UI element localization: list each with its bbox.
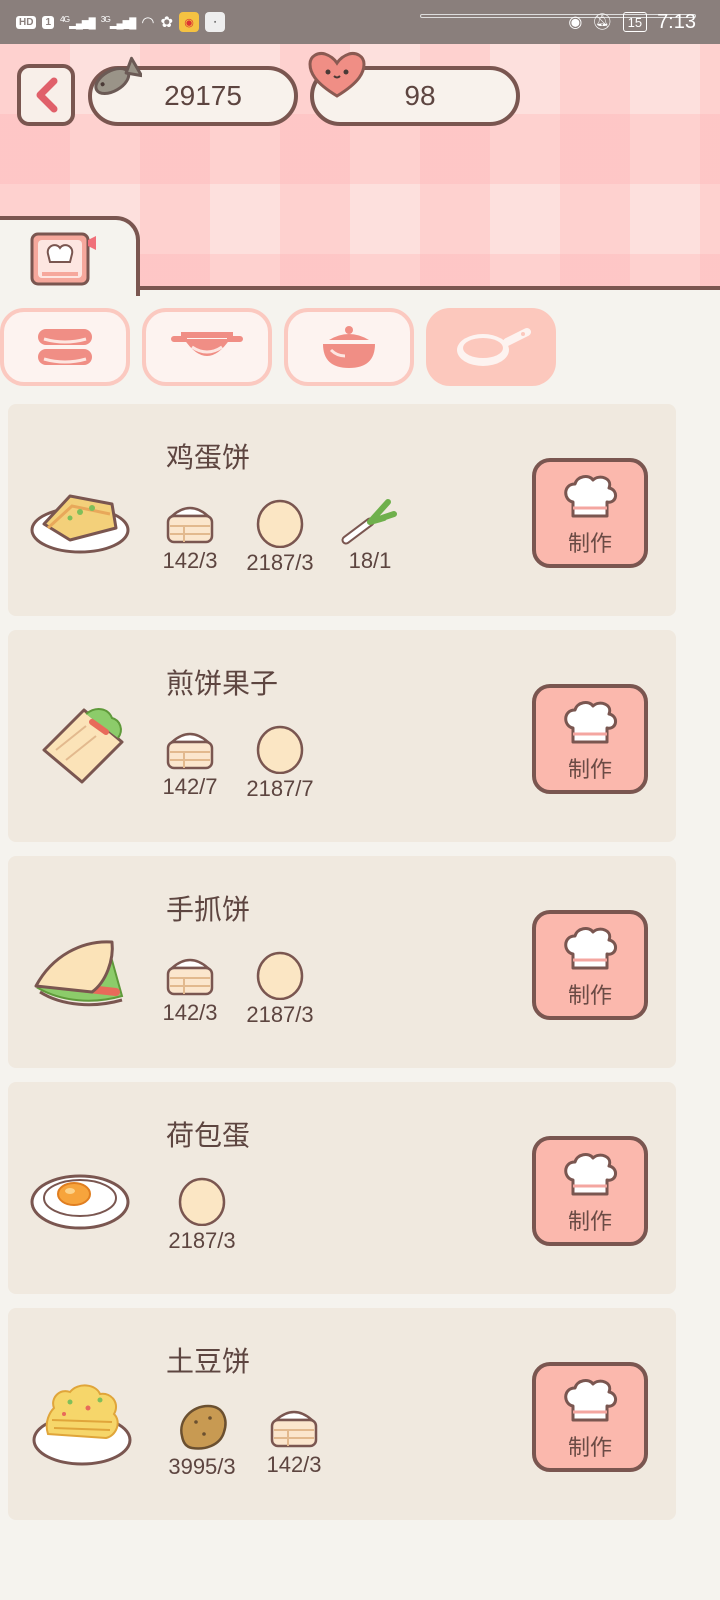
make-button-label: 制作 (567, 1210, 612, 1235)
category-wok[interactable] (142, 308, 272, 386)
fish-icon (94, 56, 142, 95)
ingredient-item: 142/3 (254, 1400, 334, 1478)
category-frying-pan[interactable] (426, 308, 556, 386)
heart-icon (308, 52, 366, 98)
fried-egg-dish-icon (30, 1174, 130, 1230)
clay-pot-icon (323, 326, 375, 368)
ingredient-item: 142/7 (150, 722, 230, 800)
ingredient-quantity: 142/3 (162, 548, 218, 573)
make-button[interactable]: 制作 (532, 1136, 648, 1246)
ingredient-quantity: 2187/3 (168, 1228, 236, 1253)
chef-hat-icon (564, 1153, 617, 1196)
frying-pan-icon (457, 328, 531, 366)
recipe-name: 鸡蛋饼 (166, 441, 251, 474)
hms-icon: ▪ (205, 12, 226, 32)
egg-pancake-dish-icon (30, 494, 130, 554)
recipe-card: 鸡蛋饼 142/3 2187/3 18/1 制作 (8, 404, 676, 616)
weibo-icon: ◉ (179, 12, 200, 32)
chef-hat-icon (564, 701, 617, 744)
recipe-name: 煎饼果子 (166, 667, 279, 700)
make-button-label: 制作 (567, 984, 612, 1009)
wechat-icon: ✿ (160, 14, 174, 31)
egg-icon (256, 725, 304, 774)
flour-icon (166, 506, 214, 544)
make-button-label: 制作 (567, 1436, 612, 1461)
flour-icon (166, 732, 214, 770)
ingredient-item: 3995/3 (162, 1400, 242, 1480)
heart-count: 98 (404, 80, 436, 111)
bell-muted-icon: 🔕︎ (592, 14, 613, 31)
ingredient-item: 2187/7 (240, 722, 320, 802)
recipe-name: 荷包蛋 (166, 1119, 251, 1152)
wok-icon (171, 332, 243, 356)
tab-divider (136, 286, 720, 290)
flour-icon (166, 958, 214, 996)
chef-hat-icon (564, 475, 617, 518)
hand-pancake-dish-icon (34, 940, 124, 1007)
tab-recipe-book[interactable] (0, 216, 140, 296)
ingredient-quantity: 2187/3 (246, 1002, 314, 1027)
scallion-icon (341, 499, 397, 545)
ingredient-quantity: 18/1 (348, 548, 392, 573)
hd-indicator: HD (16, 15, 37, 29)
ingredient-quantity: 142/7 (162, 774, 218, 799)
ingredient-quantity: 142/3 (162, 1000, 218, 1025)
ingredient-quantity: 2187/7 (246, 776, 314, 801)
make-button-label: 制作 (567, 532, 612, 557)
category-steamer[interactable] (0, 308, 130, 386)
potato-cake-dish-icon (32, 1384, 132, 1466)
recipe-name: 土豆饼 (166, 1345, 251, 1378)
clock: 7:13 (657, 10, 696, 33)
ingredient-item: 2187/3 (240, 496, 320, 576)
egg-icon (256, 499, 304, 548)
recipe-name: 手抓饼 (166, 893, 251, 926)
recipe-card: 煎饼果子 142/7 2187/7 制作 (8, 630, 676, 842)
flour-icon (270, 1410, 318, 1448)
recipe-card: 手抓饼 142/3 2187/3 制作 (8, 856, 676, 1068)
make-button-label: 制作 (567, 758, 612, 783)
ingredient-quantity: 142/3 (266, 1452, 322, 1477)
ingredient-item: 2187/3 (240, 948, 320, 1028)
egg-icon (256, 951, 304, 1000)
ingredient-item: 2187/3 (162, 1174, 242, 1254)
make-button[interactable]: 制作 (532, 910, 648, 1020)
potato-icon (180, 1404, 227, 1450)
make-button[interactable]: 制作 (532, 684, 648, 794)
steamer-icon (38, 329, 92, 365)
ingredient-item: 18/1 (330, 496, 410, 574)
recipe-book-icon (30, 232, 96, 286)
back-button[interactable] (17, 64, 75, 126)
wifi-icon: ◠ (141, 14, 155, 31)
ingredient-quantity: 3995/3 (168, 1454, 236, 1479)
recipe-card: 荷包蛋 2187/3 制作 (8, 1082, 676, 1294)
chevron-left-icon (36, 77, 58, 113)
ingredient-quantity: 2187/3 (246, 550, 314, 575)
make-button[interactable]: 制作 (532, 458, 648, 568)
ingredient-item: 142/3 (150, 496, 230, 574)
chef-hat-icon (564, 927, 617, 970)
recipe-card: 土豆饼 3995/3 142/3 制作 (8, 1308, 676, 1520)
make-button[interactable]: 制作 (532, 1362, 648, 1472)
chef-hat-icon (564, 1379, 617, 1422)
fish-count: 29175 (164, 80, 242, 111)
category-pot[interactable] (284, 308, 414, 386)
egg-icon (178, 1177, 226, 1226)
eye-comfort-icon: ◉ (568, 14, 583, 31)
signal-3g-icon: 3G▂▄▆█ (100, 14, 137, 30)
status-bar: HD 1 4G▂▄▆█ 3G▂▄▆█ ◠ ✿ ◉ ▪ ◉ 🔕︎ 15 7:13 (0, 0, 720, 44)
sim-indicator: 1 (42, 15, 55, 29)
battery-indicator: 15 (622, 12, 648, 32)
jianbing-dish-icon (42, 708, 124, 784)
ingredient-item: 142/3 (150, 948, 230, 1026)
signal-4g-icon: 4G▂▄▆█ (60, 14, 96, 30)
